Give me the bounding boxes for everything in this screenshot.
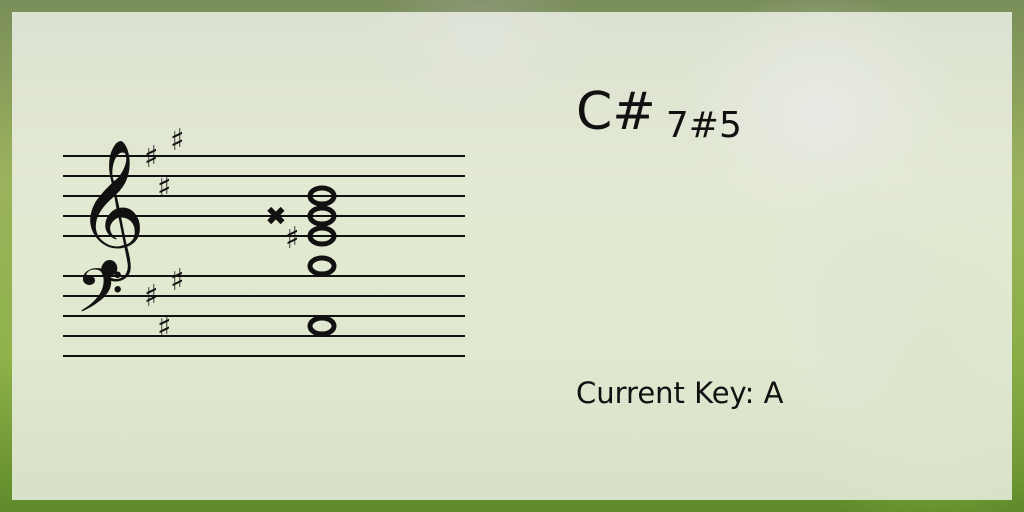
current-key-label: Current Key:	[576, 376, 755, 410]
sharp-icon: ♯	[170, 263, 185, 298]
current-key: Current Key: A	[576, 376, 783, 410]
current-key-value: A	[763, 376, 784, 410]
treble-key-signature: ♯ ♯ ♯	[144, 123, 185, 205]
notehead	[307, 315, 337, 337]
double-sharp-icon: ✖	[265, 202, 287, 232]
chord-notes	[307, 185, 337, 337]
sharp-icon: ♯	[170, 123, 185, 158]
grand-staff: 𝄞 𝄢 ♯ ♯ ♯ ♯ ♯ ♯ ✖ ♯	[63, 123, 465, 357]
sharp-icon: ♯	[285, 221, 300, 256]
bass-clef-icon: 𝄢	[76, 256, 124, 342]
chord-quality: 7#5	[665, 105, 742, 146]
chord-root: C#	[576, 82, 656, 142]
sharp-icon: ♯	[157, 310, 172, 345]
sharp-icon: ♯	[157, 170, 172, 205]
chord-name: C# 7#5	[576, 82, 742, 146]
sharp-icon: ♯	[144, 279, 159, 314]
notehead	[307, 255, 337, 277]
